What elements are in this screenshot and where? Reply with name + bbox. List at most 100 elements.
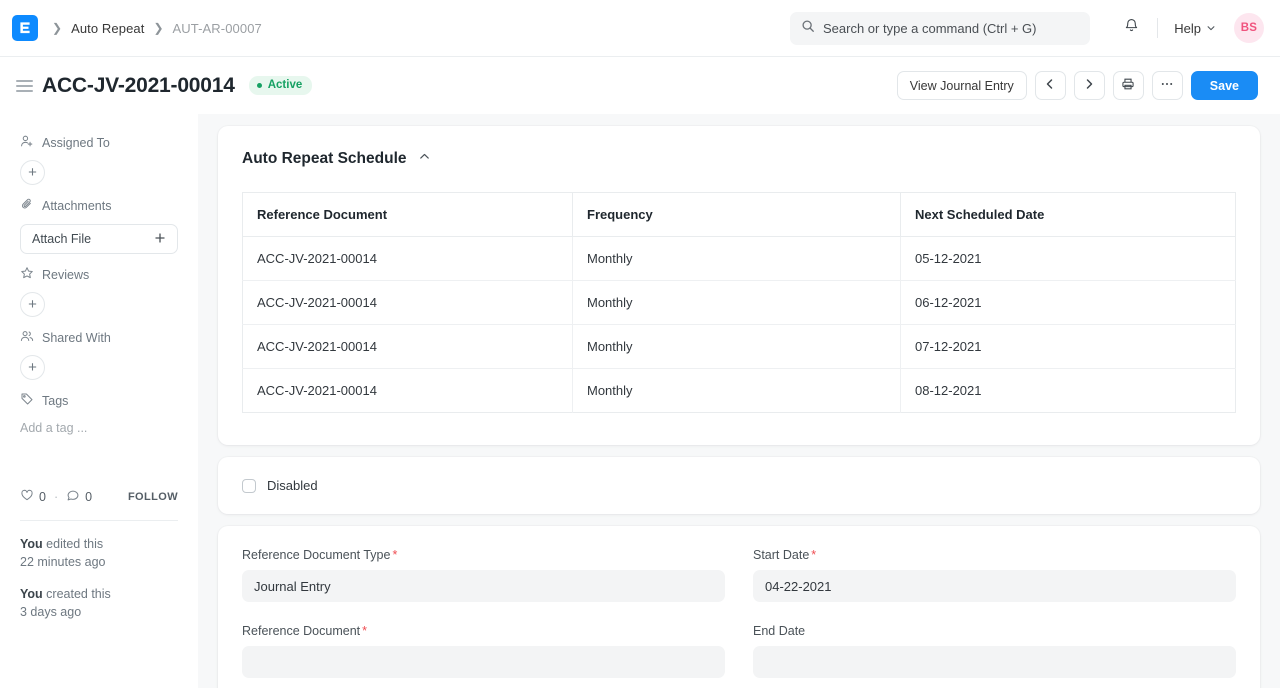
search-container: Search or type a command (Ctrl + G) [790, 12, 1090, 45]
field-start-date: Start Date* 04-22-2021 [753, 548, 1236, 602]
sidebar-group-attachments: Attachments Attach File [20, 189, 178, 254]
search-icon [801, 19, 815, 38]
label-text: Reference Document Type [242, 548, 390, 562]
status-label: Active [268, 80, 303, 92]
add-share-button[interactable]: + [20, 355, 45, 380]
cell-reference-document: ACC-JV-2021-00014 [243, 325, 573, 369]
required-marker: * [811, 548, 816, 562]
shared-with-label-row: Shared With [20, 321, 178, 349]
required-marker: * [392, 548, 397, 562]
next-document-button[interactable] [1074, 71, 1105, 100]
field-label: Start Date* [753, 548, 1236, 562]
required-marker: * [362, 624, 367, 638]
disabled-checkbox[interactable] [242, 479, 256, 493]
sidebar-group-tags: Tags Add a tag ... [20, 384, 178, 435]
page-title: ACC-JV-2021-00014 [42, 74, 235, 98]
column-header-frequency: Frequency [573, 193, 901, 237]
chevron-left-icon [1044, 78, 1056, 93]
print-button[interactable] [1113, 71, 1144, 100]
activity-actor: You [20, 587, 43, 601]
search-placeholder: Search or type a command (Ctrl + G) [823, 21, 1037, 36]
notifications-button[interactable] [1115, 12, 1147, 44]
search-input[interactable]: Search or type a command (Ctrl + G) [790, 12, 1090, 45]
status-badge: Active [249, 76, 313, 96]
chevron-up-icon[interactable] [418, 150, 431, 168]
sidebar-group-assigned-to: Assigned To + [20, 126, 178, 185]
column-header-reference-document: Reference Document [243, 193, 573, 237]
comment-icon[interactable] [66, 488, 80, 505]
attach-file-button[interactable]: Attach File [20, 224, 178, 254]
main-content: Auto Repeat Schedule Reference Document … [198, 114, 1280, 688]
label-text: Start Date [753, 548, 809, 562]
add-review-button[interactable]: + [20, 292, 45, 317]
details-form-card: Reference Document Type* Journal Entry S… [218, 526, 1260, 688]
table-row[interactable]: ACC-JV-2021-00014 Monthly 06-12-2021 [243, 281, 1236, 325]
table-header-row: Reference Document Frequency Next Schedu… [243, 193, 1236, 237]
reference-document-type-input[interactable]: Journal Entry [242, 570, 725, 602]
navbar-right: Help BS [1115, 12, 1264, 44]
start-date-input[interactable]: 04-22-2021 [753, 570, 1236, 602]
sidebar-label: Assigned To [42, 136, 110, 150]
navbar-divider [1157, 18, 1158, 38]
activity-time: 3 days ago [20, 603, 178, 621]
heart-icon[interactable] [20, 488, 34, 505]
body: Assigned To + Attachments Attach File [0, 114, 1280, 688]
cell-next-scheduled-date: 06-12-2021 [901, 281, 1236, 325]
cell-reference-document: ACC-JV-2021-00014 [243, 237, 573, 281]
save-button[interactable]: Save [1191, 71, 1258, 100]
cell-reference-document: ACC-JV-2021-00014 [243, 369, 573, 413]
end-date-input[interactable] [753, 646, 1236, 678]
tag-icon [20, 392, 34, 409]
activity-time: 22 minutes ago [20, 553, 178, 571]
sidebar-divider [20, 520, 178, 521]
avatar[interactable]: BS [1234, 13, 1264, 43]
tags-label-row: Tags [20, 384, 178, 412]
social-separator: · [54, 490, 58, 504]
cell-frequency: Monthly [573, 325, 901, 369]
user-plus-icon [20, 134, 34, 151]
page-header: ACC-JV-2021-00014 Active View Journal En… [0, 57, 1280, 114]
table-row[interactable]: ACC-JV-2021-00014 Monthly 07-12-2021 [243, 325, 1236, 369]
comment-count: 0 [85, 490, 92, 504]
activity-actor: You [20, 537, 43, 551]
cell-next-scheduled-date: 05-12-2021 [901, 237, 1236, 281]
label-text: Reference Document [242, 624, 360, 638]
sidebar-group-reviews: Reviews + [20, 258, 178, 317]
schedule-table: Reference Document Frequency Next Schedu… [242, 192, 1236, 413]
erpnext-logo-icon[interactable] [12, 15, 38, 41]
breadcrumb-item-document[interactable]: AUT-AR-00007 [173, 21, 262, 36]
activity-verb: edited this [43, 537, 103, 551]
field-label: Reference Document* [242, 624, 725, 638]
help-menu-button[interactable]: Help [1168, 16, 1222, 41]
view-journal-entry-button[interactable]: View Journal Entry [897, 71, 1027, 100]
section-header[interactable]: Auto Repeat Schedule [242, 150, 1236, 168]
breadcrumb-separator: ❯ [153, 22, 163, 34]
activity-entry: You edited this 22 minutes ago [20, 535, 178, 571]
breadcrumb-item-auto-repeat[interactable]: Auto Repeat [71, 21, 144, 36]
reference-document-input[interactable] [242, 646, 725, 678]
table-row[interactable]: ACC-JV-2021-00014 Monthly 05-12-2021 [243, 237, 1236, 281]
hamburger-icon[interactable] [16, 80, 33, 92]
breadcrumb-separator: ❯ [52, 22, 62, 34]
auto-repeat-schedule-card: Auto Repeat Schedule Reference Document … [218, 126, 1260, 445]
social-stats-row: 0 · 0 FOLLOW [20, 488, 178, 505]
sidebar: Assigned To + Attachments Attach File [0, 114, 198, 688]
paperclip-icon [20, 197, 34, 214]
disabled-checkbox-row[interactable]: Disabled [242, 478, 1236, 493]
page-actions: View Journal Entry [897, 71, 1258, 100]
add-assignment-button[interactable]: + [20, 160, 45, 185]
prev-document-button[interactable] [1035, 71, 1066, 100]
sidebar-group-shared-with: Shared With + [20, 321, 178, 380]
table-row[interactable]: ACC-JV-2021-00014 Monthly 08-12-2021 [243, 369, 1236, 413]
help-label: Help [1174, 21, 1201, 36]
more-actions-button[interactable] [1152, 71, 1183, 100]
add-tag-input[interactable]: Add a tag ... [20, 421, 178, 435]
follow-button[interactable]: FOLLOW [128, 491, 178, 503]
chevron-down-icon [1206, 21, 1216, 36]
like-count: 0 [39, 490, 46, 504]
attachments-label-row: Attachments [20, 189, 178, 217]
printer-icon [1121, 77, 1135, 94]
cell-frequency: Monthly [573, 237, 901, 281]
star-icon [20, 266, 34, 283]
sidebar-label: Reviews [42, 268, 89, 282]
